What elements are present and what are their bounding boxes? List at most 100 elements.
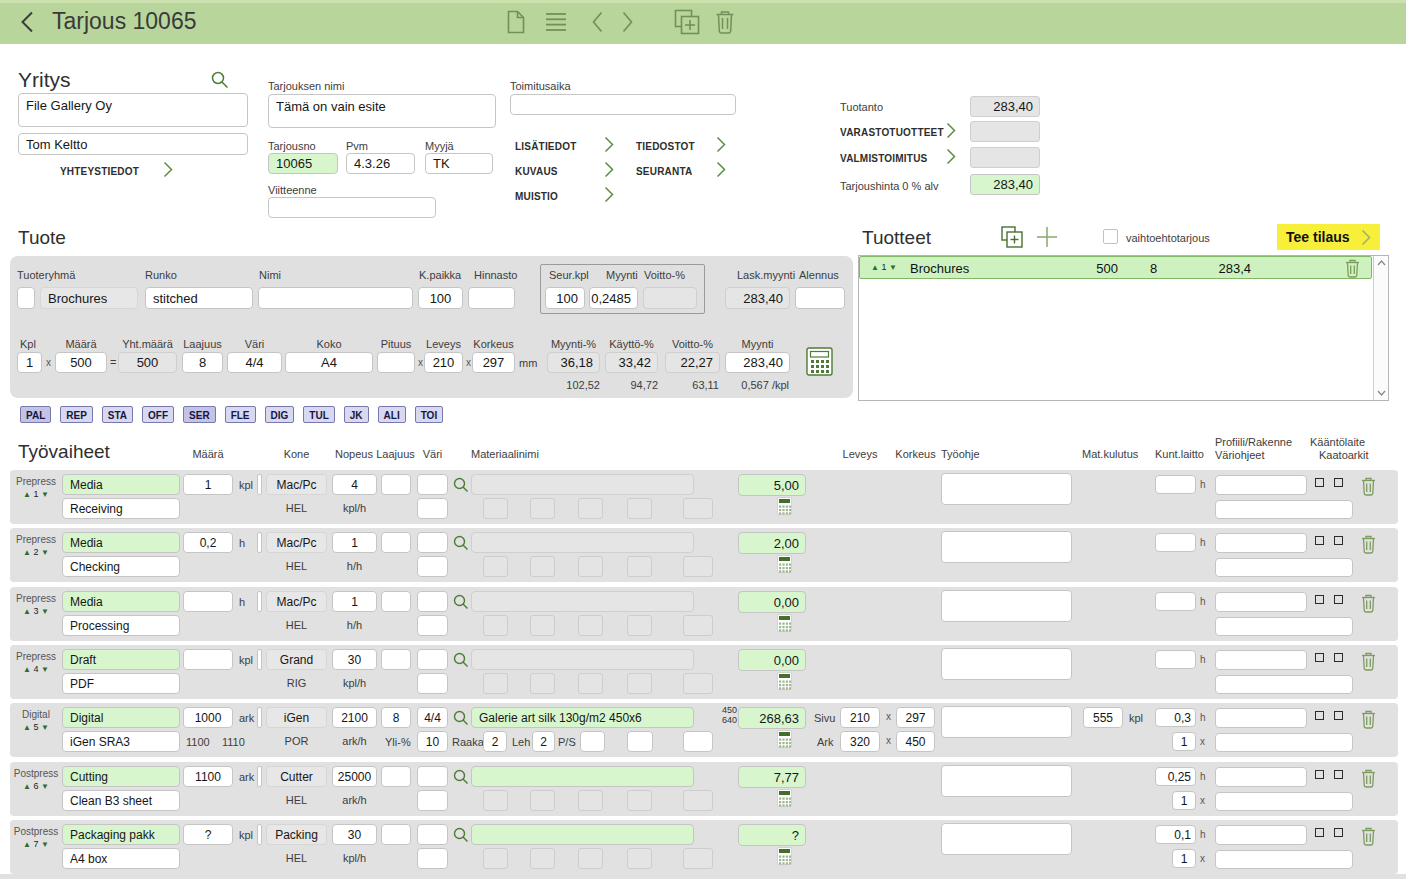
wp-instructions-field[interactable] xyxy=(941,765,1072,797)
wp-machine-field[interactable]: iGen xyxy=(266,707,327,728)
tag-jk[interactable]: JK xyxy=(344,406,369,423)
wp-profile-field[interactable] xyxy=(1215,708,1307,728)
wp-splitter[interactable] xyxy=(257,707,262,728)
stock-products-link[interactable]: VARASTOTUOTTEET xyxy=(840,127,944,138)
company-name-field[interactable]: File Gallery Oy xyxy=(18,93,248,127)
calculator-icon[interactable] xyxy=(806,347,833,376)
wp-delete-icon[interactable] xyxy=(1361,652,1376,671)
row-up-icon[interactable]: ▲ xyxy=(23,490,31,499)
row-up-icon[interactable]: ▲ xyxy=(23,782,31,791)
memo-link[interactable]: MUISTIO xyxy=(515,191,558,202)
wp-setup-field[interactable] xyxy=(1155,475,1196,494)
wp-waste-checkbox[interactable] xyxy=(1334,770,1343,779)
wp-setup-field[interactable] xyxy=(1155,592,1196,611)
wp-waste-checkbox[interactable] xyxy=(1334,828,1343,837)
create-order-button[interactable]: Tee tilaus xyxy=(1277,224,1380,250)
wp-work2-field[interactable]: PDF xyxy=(62,673,180,694)
wp-splitter[interactable] xyxy=(257,766,262,787)
wp-work2-field[interactable]: Checking xyxy=(62,556,180,577)
wp-extent-field[interactable] xyxy=(381,766,411,787)
wp-color2-field[interactable] xyxy=(417,848,448,869)
wp-extent-field[interactable] xyxy=(381,532,411,553)
wp-speed-field[interactable]: 30 xyxy=(332,649,377,670)
material-search-icon[interactable] xyxy=(453,710,468,725)
wp-turner-checkbox[interactable] xyxy=(1315,828,1324,837)
wp-setup-field[interactable] xyxy=(1155,533,1196,552)
row-down-icon[interactable]: ▼ xyxy=(41,782,49,791)
delivery-time-field[interactable] xyxy=(510,94,736,115)
wp-qty-field[interactable]: 1100 xyxy=(183,766,233,787)
wp-delete-icon[interactable] xyxy=(1361,710,1376,729)
wp-machine-field[interactable]: Packing xyxy=(266,824,327,845)
ready-delivery-link[interactable]: VALMISTOIMITUS xyxy=(840,153,927,164)
wp-color-field[interactable]: 4/4 xyxy=(417,707,448,728)
wp-sort[interactable]: ▲ 5 ▼ xyxy=(10,722,62,732)
files-chevron-icon[interactable] xyxy=(716,136,726,153)
row-down-icon[interactable]: ▼ xyxy=(41,607,49,616)
row-down-icon[interactable]: ▼ xyxy=(41,548,49,557)
description-link[interactable]: KUVAUS xyxy=(515,166,558,177)
wp-splitter[interactable] xyxy=(257,649,262,670)
ps-field-3[interactable] xyxy=(683,731,713,752)
scroll-up-icon[interactable] xyxy=(1377,260,1386,266)
wp-delete-icon[interactable] xyxy=(1361,594,1376,613)
wp-delete-icon[interactable] xyxy=(1361,769,1376,788)
wp-work-field[interactable]: Packaging pakk xyxy=(62,824,180,845)
row-down-icon[interactable]: ▼ xyxy=(41,840,49,849)
wp-material-field[interactable] xyxy=(471,532,694,553)
body-field[interactable]: stitched xyxy=(145,287,253,309)
row-up-icon[interactable]: ▲ xyxy=(23,723,31,732)
wp-turner-checkbox[interactable] xyxy=(1315,770,1324,779)
product-group-field[interactable]: Brochures xyxy=(40,287,138,309)
wp-profile2-field[interactable] xyxy=(1215,792,1353,811)
tag-sta[interactable]: STA xyxy=(102,406,133,423)
row-up-icon[interactable]: ▲ xyxy=(23,548,31,557)
wp-profile-field[interactable] xyxy=(1215,825,1307,845)
wp-turner-checkbox[interactable] xyxy=(1315,536,1324,545)
stock-products-chevron-icon[interactable] xyxy=(946,122,956,139)
row-down-icon[interactable]: ▼ xyxy=(41,490,49,499)
contact-info-chevron-icon[interactable] xyxy=(163,161,173,178)
row-calculator-icon[interactable] xyxy=(777,497,792,515)
wp-qty-field[interactable] xyxy=(183,649,233,670)
wp-sort[interactable]: ▲ 3 ▼ xyxy=(10,606,62,616)
list-icon[interactable] xyxy=(545,12,567,32)
wp-material-field[interactable] xyxy=(471,474,694,495)
wp-turner-checkbox[interactable] xyxy=(1315,595,1324,604)
wp-speed-field[interactable]: 2100 xyxy=(332,707,377,728)
wp-material-field[interactable] xyxy=(471,591,694,612)
wp-qty-field[interactable]: ? xyxy=(183,824,233,845)
wp-sort[interactable]: ▲ 4 ▼ xyxy=(10,664,62,674)
wp-sort[interactable]: ▲ 6 ▼ xyxy=(10,781,62,791)
wp-profile2-field[interactable] xyxy=(1215,500,1353,519)
tag-ser[interactable]: SER xyxy=(183,406,216,423)
kpaikka-field[interactable]: 100 xyxy=(418,287,463,309)
wp-color2-field[interactable] xyxy=(417,615,448,636)
back-icon[interactable] xyxy=(20,11,34,33)
wp-work-field[interactable]: Cutting xyxy=(62,766,180,787)
material-search-icon[interactable] xyxy=(453,769,468,784)
material-search-icon[interactable] xyxy=(453,652,468,667)
wp-material-usage-field[interactable]: 555 xyxy=(1083,707,1123,728)
wp-profile2-field[interactable] xyxy=(1215,675,1353,694)
name-field[interactable] xyxy=(258,287,413,309)
wp-waste-checkbox[interactable] xyxy=(1334,711,1343,720)
wp-setup-field[interactable]: 0,25 xyxy=(1155,767,1196,786)
wp-splitter[interactable] xyxy=(257,824,262,845)
new-document-icon[interactable] xyxy=(505,10,527,34)
wp-color-field[interactable] xyxy=(417,532,448,553)
wp-setup2-field[interactable]: 1 xyxy=(1172,791,1196,810)
additional-info-chevron-icon[interactable] xyxy=(604,136,614,153)
row-calculator-icon[interactable] xyxy=(777,672,792,690)
wp-work-field[interactable]: Media xyxy=(62,591,180,612)
duplicate-icon[interactable] xyxy=(674,9,700,35)
wp-color-field[interactable] xyxy=(417,766,448,787)
tracking-chevron-icon[interactable] xyxy=(716,161,726,178)
sort-up-icon[interactable]: ▲ xyxy=(871,263,879,272)
row-up-icon[interactable]: ▲ xyxy=(23,607,31,616)
wp-profile-field[interactable] xyxy=(1215,592,1307,612)
wp-color2-field[interactable]: 10 xyxy=(417,731,448,752)
copy-product-icon[interactable] xyxy=(1001,226,1023,248)
wp-extent-field[interactable] xyxy=(381,591,411,612)
wp-extent-field[interactable] xyxy=(381,824,411,845)
